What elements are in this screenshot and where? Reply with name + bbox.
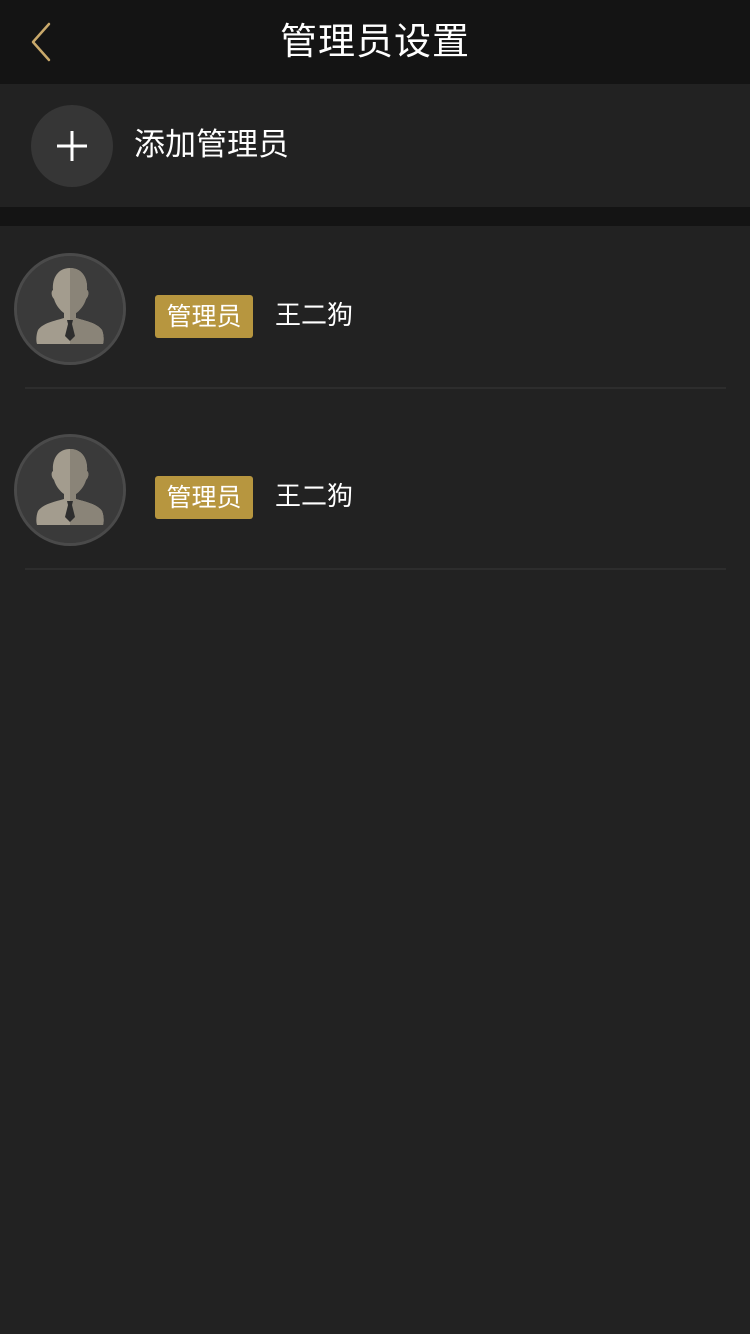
add-admin-row[interactable]: 添加管理员 (0, 84, 750, 207)
admin-name: 王二狗 (275, 301, 354, 331)
admin-name: 王二狗 (275, 482, 354, 512)
admin-list-item[interactable]: 管理员 王二狗 (0, 226, 750, 407)
chevron-left-icon (31, 22, 51, 62)
page-title: 管理员设置 (280, 20, 470, 63)
navigation-bar: 管理员设置 (0, 0, 750, 84)
default-user-avatar-icon (17, 256, 123, 362)
avatar (14, 253, 126, 365)
section-divider (0, 207, 750, 226)
row-divider (25, 568, 726, 570)
default-user-avatar-icon (17, 437, 123, 543)
back-button[interactable] (18, 14, 66, 70)
add-admin-label: 添加管理员 (134, 127, 289, 163)
avatar (14, 434, 126, 546)
admin-list-item[interactable]: 管理员 王二狗 (0, 407, 750, 588)
row-divider (25, 387, 726, 389)
add-admin-button[interactable] (31, 105, 113, 187)
role-badge: 管理员 (155, 476, 253, 519)
role-badge: 管理员 (155, 295, 253, 338)
plus-icon (57, 131, 87, 161)
admin-list: 管理员 王二狗 管理员 王二狗 (0, 226, 750, 588)
